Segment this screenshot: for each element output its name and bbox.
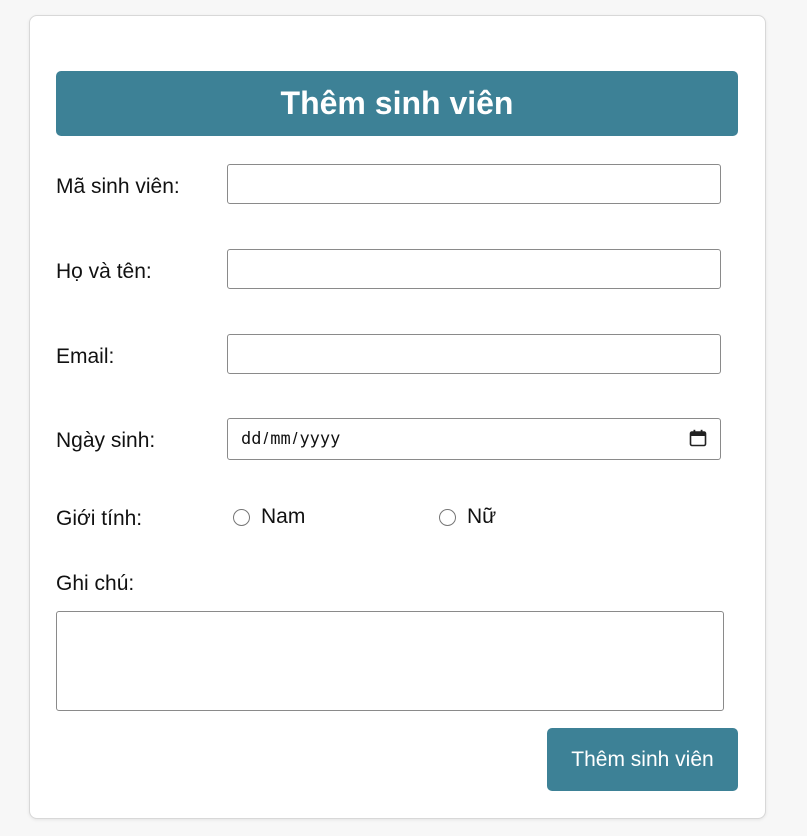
birthdate-label: Ngày sinh: <box>56 429 156 452</box>
notes-label: Ghi chú: <box>56 572 135 595</box>
radio-male[interactable] <box>233 508 250 526</box>
gender-label: Giới tính: <box>56 507 143 530</box>
email-input[interactable] <box>227 334 721 374</box>
year-placeholder[interactable]: yyyy <box>299 429 340 449</box>
student-id-label: Mã sinh viên: <box>56 175 180 198</box>
full-name-input[interactable] <box>227 249 721 289</box>
radio-female[interactable] <box>439 508 456 526</box>
gender-option-label: Nữ <box>467 505 497 528</box>
date-placeholder: dd / mm / yyyy <box>241 429 340 449</box>
gender-option-male[interactable]: Nam <box>233 505 305 529</box>
gender-option-female[interactable]: Nữ <box>439 505 496 529</box>
day-placeholder[interactable]: dd <box>241 429 261 449</box>
student-id-input[interactable] <box>227 164 721 204</box>
notes-textarea[interactable] <box>56 611 724 711</box>
calendar-icon[interactable] <box>689 429 707 447</box>
add-student-button[interactable]: Thêm sinh viên <box>547 728 738 791</box>
date-separator: / <box>263 429 269 448</box>
full-name-label: Họ và tên: <box>56 260 152 283</box>
form-title: Thêm sinh viên <box>56 71 738 136</box>
add-student-card: Thêm sinh viên Mã sinh viên: Họ và tên: … <box>29 15 766 819</box>
birthdate-input[interactable]: dd / mm / yyyy <box>227 418 721 460</box>
email-label: Email: <box>56 345 115 368</box>
month-placeholder[interactable]: mm <box>270 429 290 449</box>
gender-option-label: Nam <box>261 505 306 528</box>
